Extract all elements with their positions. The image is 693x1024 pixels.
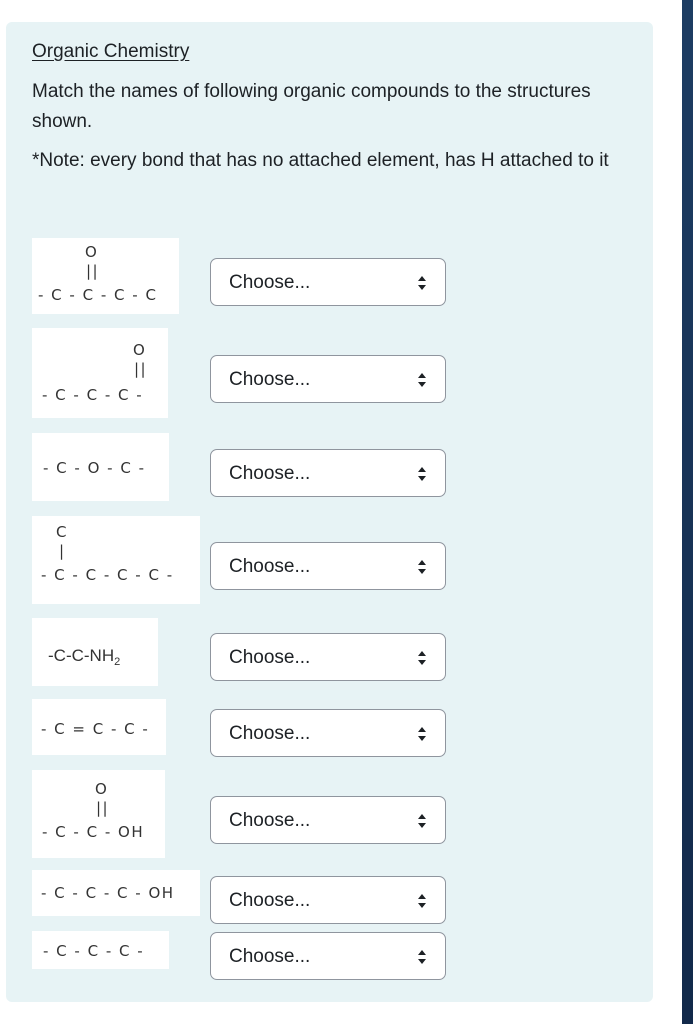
up-down-caret-icon xyxy=(418,727,426,741)
answer-select-2-value: Choose... xyxy=(229,369,311,390)
structure-4-chain: - C - C - C - C - xyxy=(41,566,174,584)
up-down-caret-icon xyxy=(418,560,426,574)
structure-9-chain: - C - C - C - xyxy=(43,942,144,960)
structure-7-oxygen: O xyxy=(95,780,108,798)
structure-7-chain: - C - C - OH xyxy=(42,823,144,841)
up-down-caret-icon xyxy=(418,894,426,908)
structure-3: - C - O - C - xyxy=(32,433,169,501)
structure-6-chain: - C = C - C - xyxy=(41,720,149,738)
up-down-caret-icon xyxy=(418,950,426,964)
up-down-caret-icon xyxy=(418,651,426,665)
svg-text:-C-C-NH2: -C-C-NH2 xyxy=(48,646,120,668)
structure-4-methyl-carbon: C xyxy=(56,523,68,541)
structure-2-chain: - C - C - C - xyxy=(42,386,143,404)
answer-select-6-value: Choose... xyxy=(229,723,311,744)
answer-select-8-value: Choose... xyxy=(229,890,311,911)
answer-select-1-value: Choose... xyxy=(229,272,311,293)
question-prompt: Match the names of following organic com… xyxy=(32,81,591,132)
up-down-caret-icon xyxy=(418,373,426,387)
structure-8-chain: - C - C - C - OH xyxy=(41,884,175,902)
structure-5: -C-C-NH2 xyxy=(32,618,158,686)
structure-2: O || - C - C - C - xyxy=(32,328,168,418)
structure-7-double-bond: || xyxy=(96,799,109,817)
up-down-caret-icon xyxy=(418,467,426,481)
structure-9: - C - C - C - xyxy=(32,931,169,969)
answer-select-9[interactable]: Choose... xyxy=(210,932,446,980)
structure-7: O || - C - C - OH xyxy=(32,770,165,858)
up-down-caret-icon xyxy=(418,276,426,290)
answer-select-6[interactable]: Choose... xyxy=(210,709,446,757)
structure-1-chain: - C - C - C - C xyxy=(38,286,157,304)
answer-select-2[interactable]: Choose... xyxy=(210,355,446,403)
structure-6: - C = C - C - xyxy=(32,699,166,755)
answer-select-4-value: Choose... xyxy=(229,556,311,577)
up-down-caret-icon xyxy=(418,814,426,828)
structure-1: O || - C - C - C - C xyxy=(32,238,179,314)
answer-select-4[interactable]: Choose... xyxy=(210,542,446,590)
structure-4: C | - C - C - C - C - xyxy=(32,516,200,604)
structure-2-double-bond: || xyxy=(134,360,147,378)
answer-select-9-value: Choose... xyxy=(229,946,311,967)
structure-4-single-bond: | xyxy=(59,542,66,560)
question-note: *Note: every bond that has no attached e… xyxy=(32,150,609,171)
structure-1-double-bond: || xyxy=(86,262,99,280)
structure-3-chain: - C - O - C - xyxy=(43,459,146,477)
structure-1-oxygen: O xyxy=(85,243,98,261)
answer-select-7-value: Choose... xyxy=(229,810,311,831)
answer-select-8[interactable]: Choose... xyxy=(210,876,446,924)
structure-5-subscript: 2 xyxy=(114,656,120,668)
window-edge xyxy=(682,0,693,1024)
question-title: Organic Chemistry xyxy=(32,41,190,62)
structure-5-chain: -C-C-NH xyxy=(48,646,114,665)
answer-select-5-value: Choose... xyxy=(229,647,311,668)
answer-select-1[interactable]: Choose... xyxy=(210,258,446,306)
answer-select-5[interactable]: Choose... xyxy=(210,633,446,681)
answer-select-7[interactable]: Choose... xyxy=(210,796,446,844)
structure-8: - C - C - C - OH xyxy=(32,870,200,916)
answer-select-3[interactable]: Choose... xyxy=(210,449,446,497)
answer-select-3-value: Choose... xyxy=(229,463,311,484)
structure-2-oxygen: O xyxy=(133,341,146,359)
